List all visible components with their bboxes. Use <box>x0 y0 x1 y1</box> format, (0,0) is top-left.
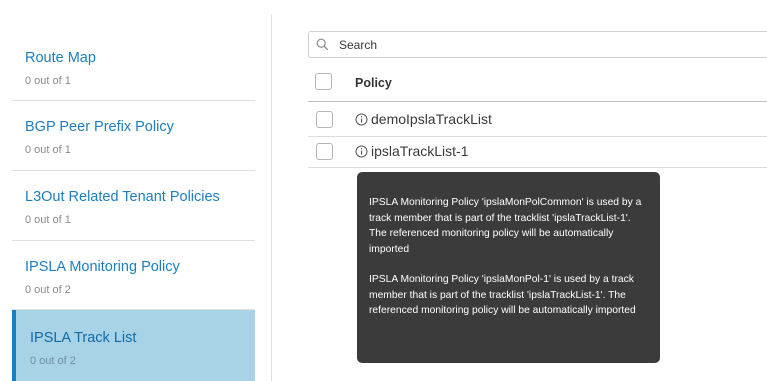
panel-divider <box>271 14 272 381</box>
sidebar-divider <box>12 240 255 241</box>
sidebar-item-bgp-peer-prefix-policy[interactable]: BGP Peer Prefix Policy 0 out of 1 <box>12 118 255 156</box>
sidebar-divider <box>12 170 255 171</box>
table-header-divider <box>308 101 767 102</box>
info-tooltip: IPSLA Monitoring Policy 'ipslaMonPolComm… <box>357 172 660 363</box>
search-box[interactable] <box>308 31 767 58</box>
tooltip-message: IPSLA Monitoring Policy 'ipslaMonPolComm… <box>369 197 642 255</box>
sidebar-divider <box>12 100 255 101</box>
row-checkbox[interactable] <box>316 111 333 128</box>
sidebar-item-count: 0 out of 1 <box>25 75 71 87</box>
info-icon[interactable] <box>355 113 368 126</box>
select-all-checkbox[interactable] <box>315 73 332 90</box>
table-row[interactable]: ipslaTrackList-1 <box>355 143 469 159</box>
search-icon <box>316 38 329 56</box>
sidebar-item-count: 0 out of 2 <box>25 284 71 296</box>
table-row[interactable]: demoIpslaTrackList <box>355 111 492 127</box>
info-icon[interactable] <box>355 145 368 158</box>
sidebar-item-ipsla-track-list[interactable]: IPSLA Track List 0 out of 2 <box>12 310 255 381</box>
sidebar-item-label: Route Map <box>25 50 96 66</box>
policy-name: demoIpslaTrackList <box>371 111 492 127</box>
sidebar-item-label: BGP Peer Prefix Policy <box>25 119 174 135</box>
sidebar-item-ipsla-monitoring-policy[interactable]: IPSLA Monitoring Policy 0 out of 2 <box>12 258 255 296</box>
sidebar-item-label: IPSLA Monitoring Policy <box>25 259 180 275</box>
policy-sidebar: Route Map 0 out of 1 BGP Peer Prefix Pol… <box>0 0 255 381</box>
tooltip-message: IPSLA Monitoring Policy 'ipslaMonPol-1' … <box>369 274 636 316</box>
sidebar-item-l3out-related-tenant-policies[interactable]: L3Out Related Tenant Policies 0 out of 1 <box>12 188 255 226</box>
row-checkbox[interactable] <box>316 143 333 160</box>
sidebar-item-count: 0 out of 2 <box>30 355 76 367</box>
column-header-policy: Policy <box>355 76 392 90</box>
sidebar-item-label: IPSLA Track List <box>30 330 137 346</box>
row-divider <box>308 167 767 168</box>
sidebar-item-count: 0 out of 1 <box>25 214 71 226</box>
sidebar-item-route-map[interactable]: Route Map 0 out of 1 <box>12 49 255 87</box>
sidebar-item-label: L3Out Related Tenant Policies <box>25 189 220 205</box>
policy-name: ipslaTrackList-1 <box>371 143 469 159</box>
sidebar-item-count: 0 out of 1 <box>25 144 71 156</box>
search-input[interactable] <box>339 35 759 54</box>
row-divider <box>308 136 767 137</box>
